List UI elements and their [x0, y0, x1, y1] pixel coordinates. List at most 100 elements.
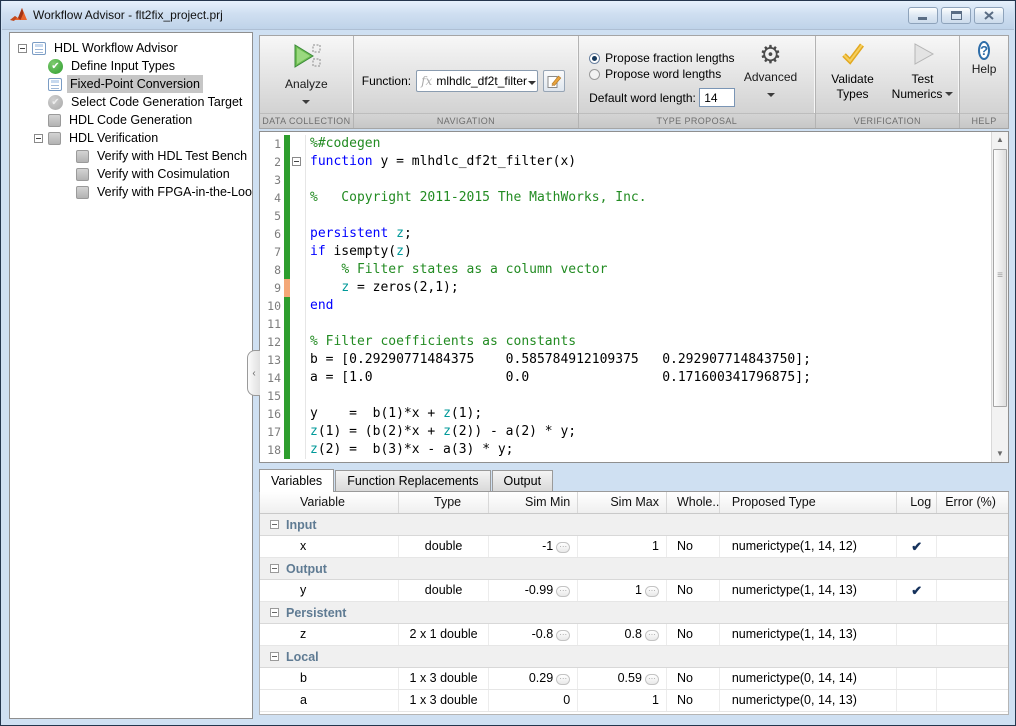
- column-header[interactable]: Type: [399, 492, 490, 513]
- column-header[interactable]: Log: [897, 492, 937, 513]
- column-header[interactable]: Sim Min: [489, 492, 578, 513]
- ellipsis-button[interactable]: ···: [645, 674, 659, 685]
- radio-selected-icon[interactable]: [589, 53, 600, 64]
- code-line[interactable]: 14a = [1.0 0.0 0.171600341796875];: [260, 369, 991, 387]
- code-line[interactable]: 5: [260, 207, 991, 225]
- log-cell[interactable]: [897, 690, 937, 711]
- code-line[interactable]: 4% Copyright 2011-2015 The MathWorks, In…: [260, 189, 991, 207]
- tree-item[interactable]: ✔Select Code Generation Target: [10, 93, 252, 111]
- log-cell[interactable]: [897, 624, 937, 645]
- code-line[interactable]: 17z(1) = (b(2)*x + z(2)) - a(2) * y;: [260, 423, 991, 441]
- validate-types-button[interactable]: Validate Types: [818, 42, 888, 101]
- collapse-group-icon[interactable]: [270, 564, 279, 573]
- code-lines[interactable]: 1%#codegen2function y = mlhdlc_df2t_filt…: [260, 132, 991, 462]
- tree-item-label[interactable]: HDL Workflow Advisor: [51, 39, 181, 57]
- tree-item[interactable]: HDL Verification: [10, 129, 252, 147]
- ellipsis-button[interactable]: ···: [645, 586, 659, 597]
- tree-item[interactable]: Fixed-Point Conversion: [10, 75, 252, 93]
- group-row-output[interactable]: Output: [260, 558, 1008, 580]
- code-line[interactable]: 11: [260, 315, 991, 333]
- edit-function-button[interactable]: [543, 70, 565, 92]
- tree-item-label[interactable]: Define Input Types: [68, 57, 178, 75]
- code-line[interactable]: 9 z = zeros(2,1);: [260, 279, 991, 297]
- code-line[interactable]: 7if isempty(z): [260, 243, 991, 261]
- collapse-group-icon[interactable]: [270, 608, 279, 617]
- close-button[interactable]: [974, 7, 1004, 24]
- table-row[interactable]: ydouble-0.99···1···Nonumerictype(1, 14, …: [260, 580, 1008, 602]
- column-header[interactable]: Sim Max: [578, 492, 667, 513]
- column-header[interactable]: Proposed Type: [720, 492, 897, 513]
- advanced-button[interactable]: ⚙ Advanced: [735, 42, 807, 102]
- editor-vertical-scrollbar[interactable]: ▲ ▼: [991, 132, 1008, 462]
- log-cell[interactable]: ✔: [897, 580, 937, 601]
- ellipsis-button[interactable]: ···: [645, 630, 659, 641]
- code-fold-icon[interactable]: [290, 153, 305, 171]
- function-dropdown[interactable]: fx mlhdlc_df2t_filter: [416, 70, 538, 92]
- default-word-length-input[interactable]: [699, 88, 735, 107]
- title-bar[interactable]: Workflow Advisor - flt2fix_project.prj: [2, 1, 1014, 30]
- group-row-input[interactable]: Input: [260, 514, 1008, 536]
- code-line[interactable]: 2function y = mlhdlc_df2t_filter(x): [260, 153, 991, 171]
- ellipsis-button[interactable]: ···: [556, 542, 570, 553]
- tree-item-label[interactable]: HDL Code Generation: [66, 111, 195, 129]
- expander-minus-icon[interactable]: [18, 44, 27, 53]
- tree-item[interactable]: Verify with Cosimulation: [10, 165, 252, 183]
- code-line[interactable]: 1%#codegen: [260, 135, 991, 153]
- tab-output[interactable]: Output: [492, 470, 554, 491]
- tree-item[interactable]: Verify with HDL Test Bench: [10, 147, 252, 165]
- minimize-button[interactable]: [908, 7, 938, 24]
- code-line[interactable]: 12% Filter coefficients as constants: [260, 333, 991, 351]
- tree-item[interactable]: HDL Code Generation: [10, 111, 252, 129]
- log-check-icon[interactable]: ✔: [911, 539, 922, 554]
- code-line[interactable]: 18z(2) = b(3)*x - a(3) * y;: [260, 441, 991, 459]
- code-line[interactable]: 3: [260, 171, 991, 189]
- table-row[interactable]: a1 x 3 double01Nonumerictype(0, 14, 13): [260, 690, 1008, 712]
- group-row-persistent[interactable]: Persistent: [260, 602, 1008, 624]
- ellipsis-button[interactable]: ···: [556, 674, 570, 685]
- tab-function-replacements[interactable]: Function Replacements: [335, 470, 490, 491]
- chevron-down-icon[interactable]: [527, 72, 537, 90]
- test-numerics-button[interactable]: Test Numerics: [888, 42, 958, 101]
- log-check-icon[interactable]: ✔: [911, 583, 922, 598]
- radio-unselected-icon[interactable]: [589, 69, 600, 80]
- scrollbar-thumb[interactable]: [993, 149, 1007, 407]
- tree-item-label[interactable]: HDL Verification: [66, 129, 161, 147]
- table-row[interactable]: b1 x 3 double0.29···0.59···Nonumerictype…: [260, 668, 1008, 690]
- scroll-down-icon[interactable]: ▼: [992, 446, 1008, 462]
- scroll-up-icon[interactable]: ▲: [992, 132, 1008, 148]
- help-button[interactable]: ? Help: [960, 42, 1008, 76]
- tree-item-label[interactable]: Verify with Cosimulation: [94, 165, 233, 183]
- code-line[interactable]: 6persistent z;: [260, 225, 991, 243]
- tree-item-label[interactable]: Verify with FPGA-in-the-Loop: [94, 183, 253, 201]
- tab-variables[interactable]: Variables: [259, 469, 334, 492]
- radio-propose-fraction-lengths[interactable]: Propose fraction lengths: [589, 50, 734, 66]
- tree-item-label[interactable]: Select Code Generation Target: [68, 93, 245, 111]
- table-row[interactable]: z2 x 1 double-0.8···0.8···Nonumerictype(…: [260, 624, 1008, 646]
- log-cell[interactable]: ✔: [897, 536, 937, 557]
- group-row-local[interactable]: Local: [260, 646, 1008, 668]
- ellipsis-button[interactable]: ···: [556, 586, 570, 597]
- tree-item-label[interactable]: Fixed-Point Conversion: [67, 75, 203, 93]
- code-line[interactable]: 13b = [0.29290771484375 0.58578491210937…: [260, 351, 991, 369]
- tree-item[interactable]: Verify with FPGA-in-the-Loop: [10, 183, 252, 201]
- column-header[interactable]: Error (%): [937, 492, 1008, 513]
- tree-item[interactable]: HDL Workflow Advisor: [10, 39, 252, 57]
- log-cell[interactable]: [897, 668, 937, 689]
- code-line[interactable]: 16y = b(1)*x + z(1);: [260, 405, 991, 423]
- tree-item[interactable]: ✔Define Input Types: [10, 57, 252, 75]
- column-header[interactable]: Whole...: [667, 492, 720, 513]
- code-line[interactable]: 8 % Filter states as a column vector: [260, 261, 991, 279]
- collapse-group-icon[interactable]: [270, 652, 279, 661]
- collapse-panel-button[interactable]: ‹: [247, 350, 260, 396]
- collapse-group-icon[interactable]: [270, 520, 279, 529]
- code-line[interactable]: 10end: [260, 297, 991, 315]
- tree-item-label[interactable]: Verify with HDL Test Bench: [94, 147, 250, 165]
- code-line[interactable]: 15: [260, 387, 991, 405]
- analyze-button[interactable]: Analyze: [260, 42, 353, 109]
- maximize-button[interactable]: [941, 7, 971, 24]
- radio-propose-word-lengths[interactable]: Propose word lengths: [589, 66, 734, 82]
- ellipsis-button[interactable]: ···: [556, 630, 570, 641]
- expander-minus-icon[interactable]: [34, 134, 43, 143]
- table-row[interactable]: xdouble-1···1Nonumerictype(1, 14, 12)✔: [260, 536, 1008, 558]
- column-header[interactable]: Variable: [260, 492, 399, 513]
